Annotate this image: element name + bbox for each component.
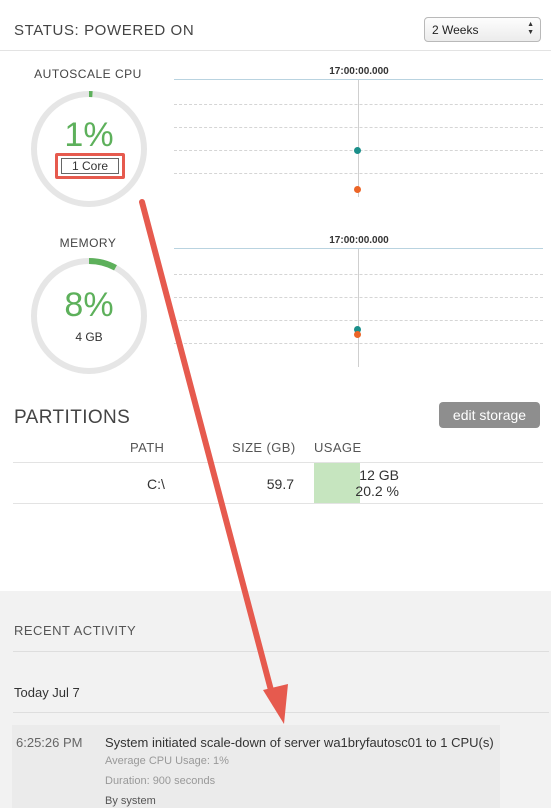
activity-date: Today Jul 7 xyxy=(14,685,80,700)
memory-chart-gridline xyxy=(174,297,543,298)
memory-size: 4 GB xyxy=(75,330,103,344)
partition-size: 59.7 xyxy=(266,476,294,492)
period-select[interactable]: 2 Weeks ▲ ▼ xyxy=(424,17,541,42)
activity-avg-cpu: Average CPU Usage: 1% xyxy=(105,755,229,767)
edit-storage-button[interactable]: edit storage xyxy=(439,402,540,428)
cpu-chart-time: 17:00:00.000 xyxy=(329,66,389,77)
table-header-divider xyxy=(13,462,543,463)
memory-chart-cursor xyxy=(358,249,359,367)
activity-by: By system xyxy=(105,795,156,807)
memory-gauge-fill xyxy=(88,258,117,271)
cpu-chart-gridline xyxy=(174,104,543,105)
activity-date-divider xyxy=(13,712,549,713)
partition-usage-percent: 20.2 % xyxy=(355,483,399,499)
cpu-chart-gridline xyxy=(174,173,543,174)
cpu-core-highlight: 1 Core xyxy=(55,153,125,179)
column-header-path: PATH xyxy=(130,440,165,455)
memory-value: 8% xyxy=(64,286,114,324)
memory-chart-time: 17:00:00.000 xyxy=(329,235,389,246)
period-select-value: 2 Weeks xyxy=(432,23,479,37)
header-divider xyxy=(0,50,551,51)
memory-chart-gridline xyxy=(174,274,543,275)
cpu-chart-point-teal xyxy=(354,147,361,154)
activity-divider xyxy=(13,651,549,652)
cpu-chart-gridline xyxy=(174,127,543,128)
activity-time: 6:25:26 PM xyxy=(16,735,83,750)
activity-message: System initiated scale-down of server wa… xyxy=(105,735,494,750)
cpu-value: 1% xyxy=(64,116,114,154)
table-row-divider xyxy=(13,503,543,504)
select-arrows-icon: ▲ ▼ xyxy=(527,21,534,36)
partition-usage-gb: 12 GB xyxy=(359,467,399,483)
partition-path: C:\ xyxy=(147,476,165,492)
cpu-core-count: 1 Core xyxy=(61,158,119,174)
activity-duration: Duration: 900 seconds xyxy=(105,775,216,787)
memory-chart-gridline xyxy=(174,320,543,321)
cpu-chart-cursor xyxy=(358,80,359,197)
column-header-size: SIZE (GB) xyxy=(232,440,296,455)
status-title: STATUS: POWERED ON xyxy=(14,22,195,39)
cpu-label: AUTOSCALE CPU xyxy=(34,67,142,81)
column-header-usage: USAGE xyxy=(314,440,362,455)
partitions-title: PARTITIONS xyxy=(14,407,131,428)
memory-label: MEMORY xyxy=(59,236,117,250)
memory-chart-gridline xyxy=(174,343,543,344)
memory-chart-point-orange xyxy=(354,331,361,338)
cpu-chart-point-orange xyxy=(354,186,361,193)
recent-activity-title: RECENT ACTIVITY xyxy=(14,623,137,638)
